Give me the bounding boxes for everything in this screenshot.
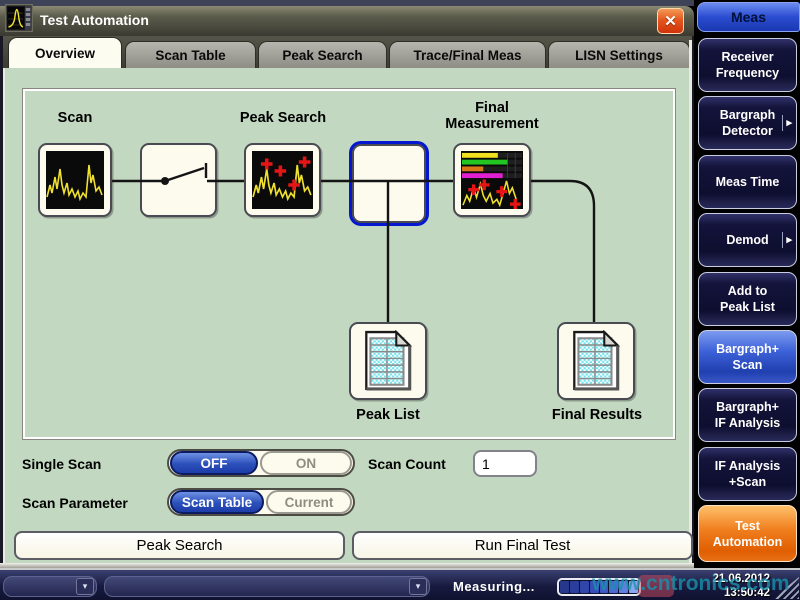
date-time-display: 21.06.2012 13:50:42 xyxy=(690,572,770,600)
peak-list-label: Peak List xyxy=(330,407,446,423)
scan-node[interactable] xyxy=(38,143,112,217)
scan-switch-node[interactable] xyxy=(140,143,217,217)
submenu-arrow-icon: ▸ xyxy=(782,232,792,248)
final-results-label: Final Results xyxy=(538,407,656,423)
final-measurement-icon xyxy=(461,151,523,209)
scan-trace-icon xyxy=(46,151,104,209)
softkey-demod[interactable]: Demod ▸ xyxy=(698,213,797,267)
softkey-add-to-peak-list[interactable]: Add to Peak List xyxy=(698,272,797,326)
softkey-if-analysis-scan[interactable]: IF Analysis +Scan xyxy=(698,447,797,501)
scan-parameter-label: Scan Parameter xyxy=(22,495,128,511)
measurement-progress-bar xyxy=(557,578,641,596)
single-scan-on-option[interactable]: ON xyxy=(260,451,352,475)
scan-count-input[interactable] xyxy=(473,450,537,477)
close-button[interactable]: ✕ xyxy=(657,8,684,34)
status-segment-left[interactable]: ▾ xyxy=(3,576,97,597)
peak-list-node[interactable] xyxy=(349,322,427,400)
app-spectrum-icon xyxy=(5,4,33,32)
submenu-arrow-icon: ▸ xyxy=(782,115,792,131)
window-border xyxy=(3,68,5,563)
single-scan-toggle[interactable]: OFF ON xyxy=(167,449,355,477)
tab-bar: Overview Scan Table Peak Search Trace/Fi… xyxy=(0,36,694,68)
title-bar: Test Automation ✕ xyxy=(0,6,694,36)
status-segment-middle[interactable]: ▾ xyxy=(104,576,430,597)
test-automation-screen: Test Automation ✕ Overview Scan Table Pe… xyxy=(0,0,800,600)
status-bar: ▾ ▾ Measuring... 21.06.2012 13:50:42 xyxy=(0,568,800,600)
junction-node-selected[interactable] xyxy=(352,144,426,223)
scan-parameter-current-option[interactable]: Current xyxy=(266,490,352,514)
window-border xyxy=(0,36,3,566)
peak-search-node[interactable] xyxy=(244,143,321,217)
peak-search-trace-icon xyxy=(252,151,313,209)
softkey-test-automation[interactable]: Test Automation xyxy=(698,505,797,562)
scan-parameter-scan-table-option[interactable]: Scan Table xyxy=(170,490,264,514)
tab-lisn-settings[interactable]: LISN Settings xyxy=(548,41,690,68)
tab-trace-final-meas[interactable]: Trace/Final Meas xyxy=(389,41,546,68)
scan-parameter-toggle[interactable]: Scan Table Current xyxy=(167,488,355,516)
final-results-node[interactable] xyxy=(557,322,635,400)
scan-count-label: Scan Count xyxy=(368,456,446,472)
softkey-bargraph-scan[interactable]: Bargraph+ Scan xyxy=(698,330,797,384)
softkey-bargraph-if-analysis[interactable]: Bargraph+ IF Analysis xyxy=(698,388,797,442)
run-final-test-button[interactable]: Run Final Test xyxy=(352,531,693,560)
measuring-status-text: Measuring... xyxy=(453,579,535,594)
tab-overview[interactable]: Overview xyxy=(8,37,122,68)
final-measurement-node[interactable] xyxy=(453,143,531,217)
final-results-document-icon xyxy=(571,330,621,392)
tab-scan-table[interactable]: Scan Table xyxy=(125,41,256,68)
softkey-meas-time[interactable]: Meas Time xyxy=(698,155,797,209)
softkey-sidebar: Meas Receiver Frequency Bargraph Detecto… xyxy=(694,0,800,568)
window-title: Test Automation xyxy=(40,12,149,28)
softkey-bargraph-detector[interactable]: Bargraph Detector ▸ xyxy=(698,96,797,150)
softkey-receiver-frequency[interactable]: Receiver Frequency xyxy=(698,38,797,92)
collapse-icon[interactable]: ▾ xyxy=(76,578,94,595)
collapse-icon[interactable]: ▾ xyxy=(409,578,427,595)
final-measurement-label: Final Measurement xyxy=(430,100,554,132)
tab-peak-search[interactable]: Peak Search xyxy=(258,41,387,68)
softkey-menu-title: Meas xyxy=(697,2,800,32)
time-text: 13:50:42 xyxy=(690,586,770,600)
resize-grip-icon[interactable] xyxy=(772,577,799,599)
peak-search-button[interactable]: Peak Search xyxy=(14,531,345,560)
date-text: 21.06.2012 xyxy=(690,572,770,586)
scan-label: Scan xyxy=(38,110,112,126)
single-scan-label: Single Scan xyxy=(22,456,101,472)
single-scan-off-option[interactable]: OFF xyxy=(170,451,258,475)
peak-list-document-icon xyxy=(363,330,413,392)
peak-search-label: Peak Search xyxy=(214,110,352,126)
